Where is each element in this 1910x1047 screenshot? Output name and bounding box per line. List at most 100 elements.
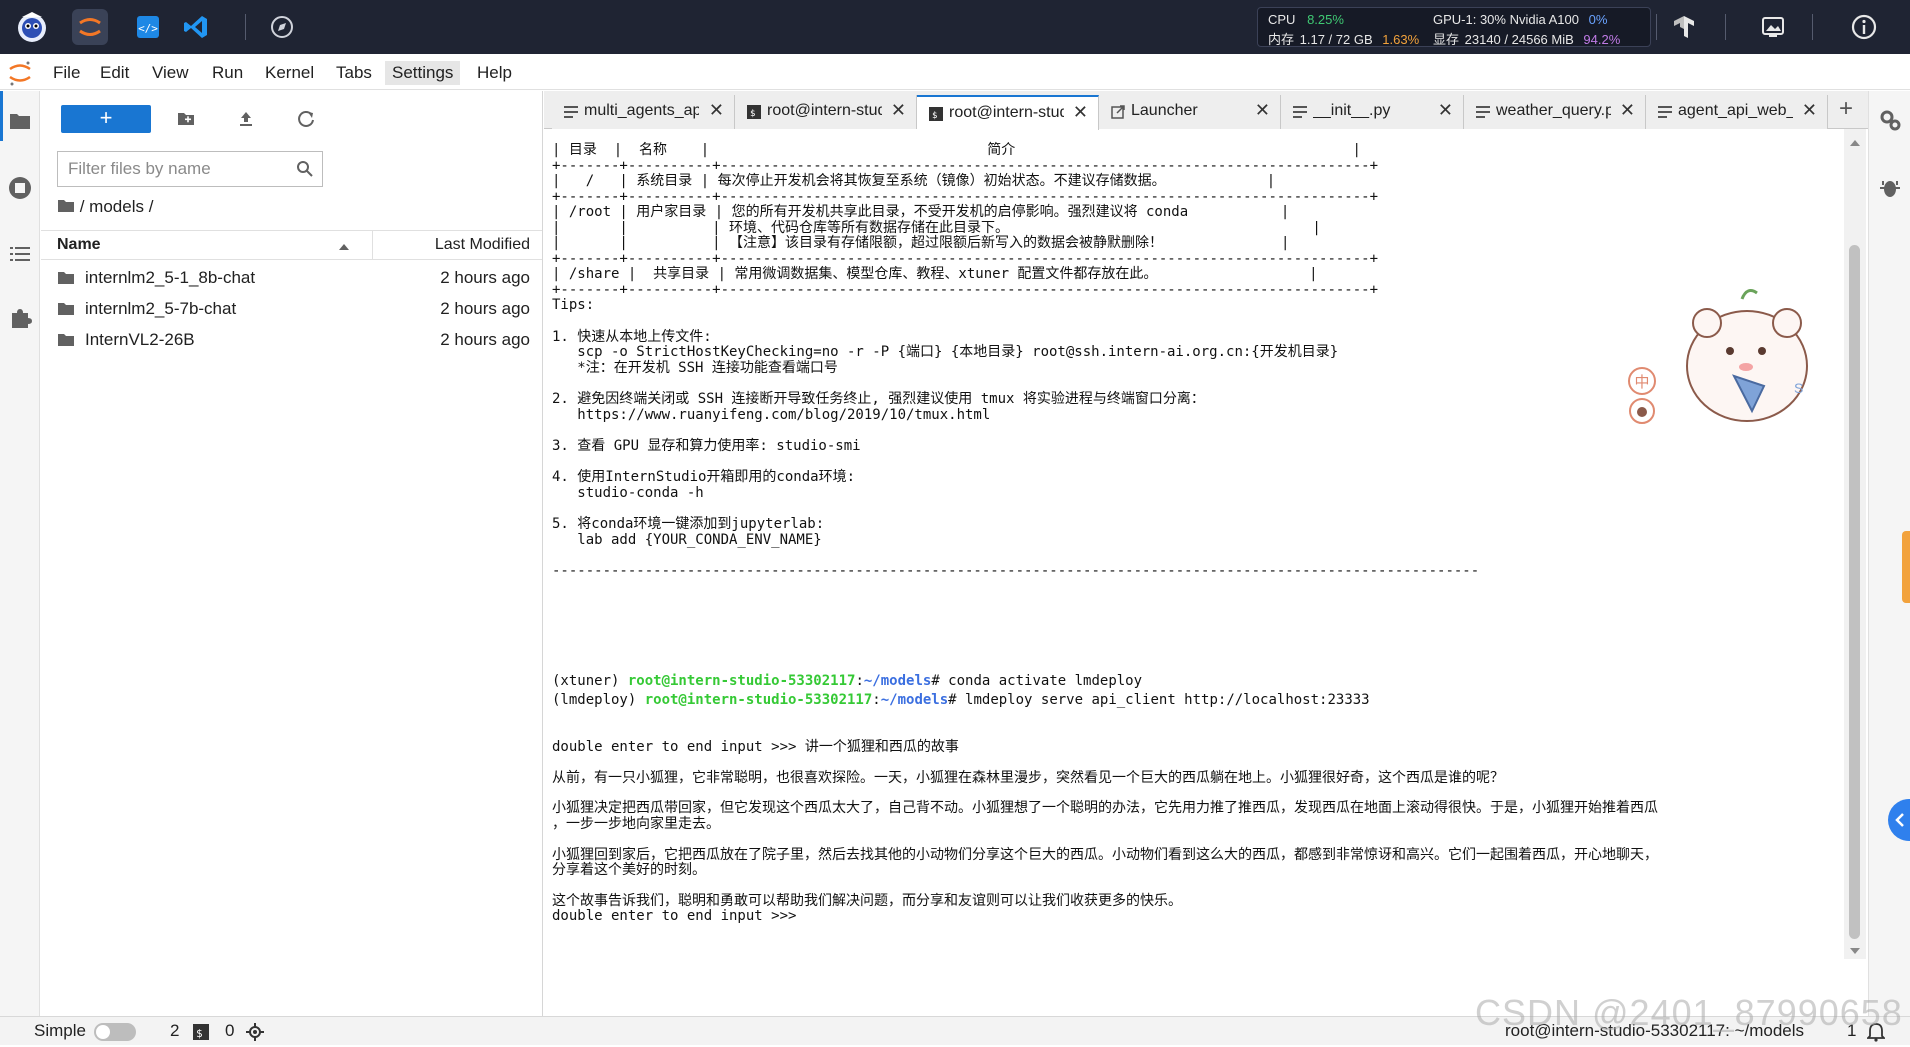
filter-box (57, 151, 323, 187)
tab-weather-query[interactable]: weather_query.py ✕ (1464, 95, 1646, 129)
close-icon[interactable]: ✕ (1255, 100, 1270, 121)
tensorboard-icon[interactable] (1666, 9, 1702, 45)
prompt-sep: : (855, 673, 864, 689)
close-icon[interactable]: ✕ (891, 100, 906, 121)
tab-label: root@intern-studio (949, 104, 1064, 121)
jupyter-logo-icon (8, 60, 32, 91)
add-tab-button[interactable]: + (1839, 95, 1853, 123)
terminal-line: lab add {YOUR_CONDA_ENV_NAME} (552, 532, 822, 548)
close-icon[interactable]: ✕ (1802, 100, 1817, 121)
simple-mode-toggle[interactable] (94, 1023, 136, 1041)
extension-icon[interactable] (8, 306, 32, 330)
menu-file[interactable]: File (46, 61, 87, 85)
terminal-line: 从前，有一只小狐狸，它非常聪明，也很喜欢探险。一天，小狐狸在森林里漫步，突然看见… (552, 770, 1504, 786)
tab-launcher[interactable]: Launcher ✕ (1099, 95, 1281, 129)
tab-agent-api-web[interactable]: agent_api_web_demo ✕ (1646, 95, 1828, 129)
new-launcher-button[interactable]: + (61, 105, 151, 133)
file-row[interactable]: internlm2_5-1_8b-chat 2 hours ago (41, 262, 542, 293)
tab-label: __init__.py (1313, 102, 1391, 119)
terminal-scrollbar[interactable] (1844, 129, 1866, 959)
breadcrumb: / models / (57, 197, 153, 219)
tab-bar: multi_agents_api ✕ $ root@intern-studio … (544, 91, 1910, 130)
vram-pct: 94.2% (1583, 32, 1621, 47)
file-name: internlm2_5-7b-chat (85, 299, 237, 318)
terminal-line: 分享着这个美好的时刻。 (552, 862, 706, 878)
running-icon[interactable] (8, 176, 32, 200)
close-icon[interactable]: ✕ (1438, 100, 1453, 121)
terminal-line: double enter to end input >>> 讲一个狐狸和西瓜的故… (552, 739, 959, 755)
property-inspector-icon[interactable] (1878, 108, 1902, 137)
prompt-user: root@intern-studio-53302117 (627, 673, 856, 689)
info-icon[interactable] (1846, 9, 1882, 45)
file-modified: 2 hours ago (440, 330, 530, 349)
vscode-icon[interactable] (178, 9, 214, 45)
menu-edit[interactable]: Edit (93, 61, 136, 85)
prompt-env: (xtuner) (552, 673, 628, 689)
menu-settings[interactable]: Settings (385, 61, 461, 85)
file-name: InternVL2-26B (85, 330, 195, 349)
terminal-line: ，一步一步地向家里走去。 (552, 816, 720, 832)
prompt-user: root@intern-studio-53302117 (644, 692, 873, 708)
search-icon (296, 160, 314, 183)
tab-init-py[interactable]: __init__.py ✕ (1281, 95, 1464, 129)
menu-view[interactable]: View (145, 61, 196, 85)
terminal-output[interactable]: | 目录 | 名称 | 简介 | +-------+----------+----… (552, 141, 1842, 1001)
tab-terminal-2[interactable]: $ root@intern-studio ✕ (917, 95, 1099, 130)
tab-multi-agents[interactable]: multi_agents_api ✕ (552, 95, 735, 129)
menu-help[interactable]: Help (470, 61, 519, 85)
svg-text:</>: </> (138, 22, 158, 35)
toc-icon[interactable] (8, 242, 32, 266)
file-row[interactable]: internlm2_5-7b-chat 2 hours ago (41, 293, 542, 324)
compass-icon[interactable] (264, 9, 300, 45)
name-column-header[interactable]: Name (57, 236, 101, 254)
image-gallery-icon[interactable] (1755, 9, 1791, 45)
terminal-icon: $ (929, 107, 943, 121)
prompt-sep: : (872, 692, 881, 708)
tab-label: agent_api_web_demo (1678, 102, 1793, 119)
terminal-line: studio-conda -h (552, 485, 704, 501)
side-handle[interactable] (1902, 531, 1910, 603)
code-editor-icon[interactable]: </> (130, 9, 166, 45)
close-icon[interactable]: ✕ (1620, 100, 1635, 121)
modified-column-header[interactable]: Last Modified (435, 236, 530, 254)
cpu-label: CPU (1268, 12, 1296, 27)
folder-icon[interactable] (8, 109, 32, 133)
chevron-left-icon (1895, 813, 1904, 827)
close-icon[interactable]: ✕ (709, 100, 724, 121)
terminal-prompt-line: (lmdeploy) root@intern-studio-53302117:~… (552, 691, 1370, 710)
mem-used: 1.17 / 72 GB (1299, 32, 1373, 47)
file-row[interactable]: InternVL2-26B 2 hours ago (41, 324, 542, 355)
svg-text:$: $ (932, 111, 937, 121)
menu-kernel[interactable]: Kernel (258, 61, 321, 85)
mem-label: 内存 (1268, 32, 1295, 47)
menu-tabs[interactable]: Tabs (329, 61, 379, 85)
terminal-line: double enter to end input >>> (552, 908, 797, 924)
intern-mascot-icon[interactable] (14, 9, 50, 45)
svg-text:$: $ (750, 109, 755, 119)
filter-files-input[interactable] (58, 152, 283, 186)
scroll-up-icon[interactable] (1849, 135, 1861, 153)
tab-terminal-1[interactable]: $ root@intern-studio ✕ (735, 95, 917, 129)
breadcrumb-path[interactable]: / models / (80, 197, 154, 216)
terminals-count: 2 (170, 1021, 180, 1040)
jupyter-icon[interactable] (72, 9, 108, 45)
kernel-gear-icon[interactable] (246, 1023, 264, 1046)
refresh-icon[interactable] (293, 106, 319, 132)
file-list-header: Name Last Modified (41, 230, 542, 260)
menu-run[interactable]: Run (205, 61, 250, 85)
scrollbar-thumb[interactable] (1849, 245, 1860, 939)
vram-label: 显存 (1433, 32, 1460, 47)
close-icon[interactable]: ✕ (1073, 102, 1088, 123)
debugger-icon[interactable] (1878, 175, 1902, 204)
sticker-char: S (1794, 380, 1803, 396)
terminal-icon[interactable]: $ (193, 1024, 209, 1045)
sort-asc-icon (338, 239, 350, 257)
new-folder-icon[interactable] (173, 106, 199, 132)
upload-icon[interactable] (233, 106, 259, 132)
document-icon (1476, 106, 1490, 118)
scroll-down-icon[interactable] (1849, 943, 1861, 961)
home-folder-icon[interactable] (57, 198, 75, 219)
file-name: internlm2_5-1_8b-chat (85, 268, 256, 287)
collapse-panel-button[interactable] (1888, 799, 1910, 841)
tab-label: multi_agents_api (584, 102, 699, 119)
